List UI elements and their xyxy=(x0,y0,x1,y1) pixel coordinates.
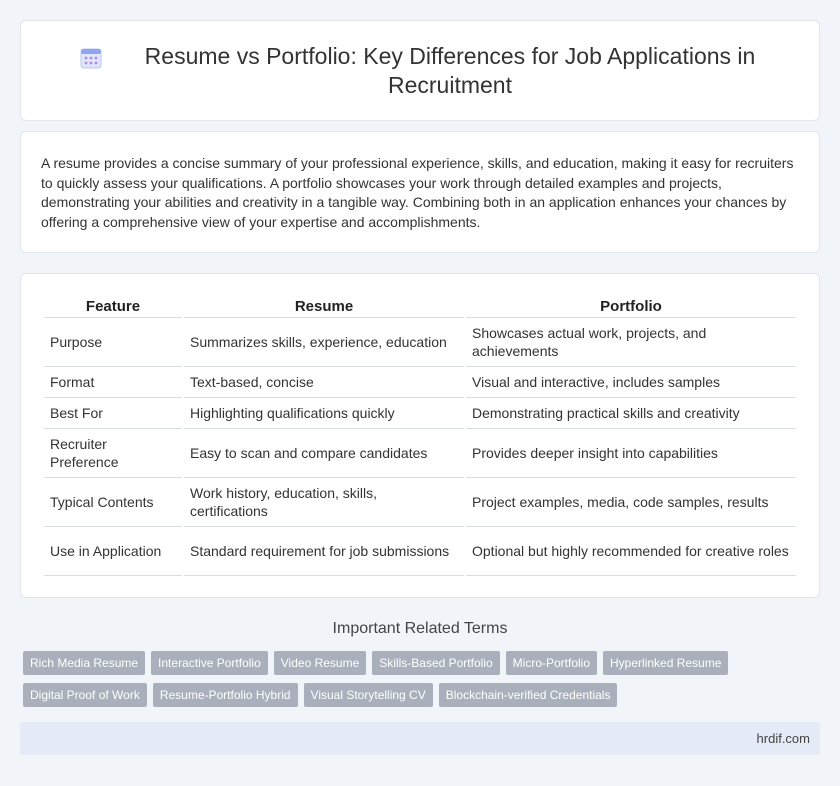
table-header-row: Feature Resume Portfolio xyxy=(44,294,796,318)
table-row: Recruiter Preference Easy to scan and co… xyxy=(44,429,796,478)
cell-feature: Recruiter Preference xyxy=(44,429,182,478)
cell-feature: Use in Application xyxy=(44,527,182,576)
tag-video-resume[interactable]: Video Resume xyxy=(273,651,367,675)
tag-visual-storytelling-cv[interactable]: Visual Storytelling CV xyxy=(303,683,433,707)
intro-card: A resume provides a concise summary of y… xyxy=(20,131,820,253)
cell-portfolio: Project examples, media, code samples, r… xyxy=(466,478,796,527)
header-resume: Resume xyxy=(184,294,464,318)
related-terms-tags: Rich Media Resume Interactive Portfolio … xyxy=(23,651,823,715)
tag-micro-portfolio[interactable]: Micro-Portfolio xyxy=(505,651,598,675)
related-terms-title: Important Related Terms xyxy=(332,620,508,637)
tag-row: Rich Media Resume Interactive Portfolio … xyxy=(23,651,823,675)
cell-resume: Standard requirement for job submissions xyxy=(184,527,464,576)
cell-feature: Format xyxy=(44,367,182,398)
tag-resume-portfolio-hybrid[interactable]: Resume-Portfolio Hybrid xyxy=(152,683,298,707)
footer-site-link[interactable]: hrdif.com xyxy=(757,731,810,746)
cell-portfolio: Showcases actual work, projects, and ach… xyxy=(466,318,796,367)
tag-row: Digital Proof of Work Resume-Portfolio H… xyxy=(23,683,823,707)
table-row: Typical Contents Work history, education… xyxy=(44,478,796,527)
comparison-card: Feature Resume Portfolio Purpose Summari… xyxy=(20,273,820,598)
table-row: Purpose Summarizes skills, experience, e… xyxy=(44,318,796,367)
cell-portfolio: Visual and interactive, includes samples xyxy=(466,367,796,398)
cell-portfolio: Optional but highly recommended for crea… xyxy=(466,527,796,576)
table-row: Use in Application Standard requirement … xyxy=(44,527,796,576)
comparison-table: Feature Resume Portfolio Purpose Summari… xyxy=(42,294,798,576)
footer: hrdif.com xyxy=(20,722,820,755)
cell-resume: Work history, education, skills, certifi… xyxy=(184,478,464,527)
header-portfolio: Portfolio xyxy=(466,294,796,318)
tag-digital-proof-of-work[interactable]: Digital Proof of Work xyxy=(23,683,147,707)
cell-feature: Purpose xyxy=(44,318,182,367)
tag-interactive-portfolio[interactable]: Interactive Portfolio xyxy=(151,651,268,675)
header-feature: Feature xyxy=(44,294,182,318)
intro-paragraph: A resume provides a concise summary of y… xyxy=(41,155,794,230)
cell-portfolio: Demonstrating practical skills and creat… xyxy=(466,398,796,429)
page-title: Resume vs Portfolio: Key Differences for… xyxy=(144,42,756,98)
tag-rich-media-resume[interactable]: Rich Media Resume xyxy=(23,651,146,675)
tag-skills-based-portfolio[interactable]: Skills-Based Portfolio xyxy=(372,651,500,675)
cell-resume: Easy to scan and compare candidates xyxy=(184,429,464,478)
table-row: Format Text-based, concise Visual and in… xyxy=(44,367,796,398)
cell-portfolio: Provides deeper insight into capabilitie… xyxy=(466,429,796,478)
cell-resume: Highlighting qualifications quickly xyxy=(184,398,464,429)
cell-feature: Best For xyxy=(44,398,182,429)
cell-resume: Text-based, concise xyxy=(184,367,464,398)
tag-blockchain-verified-credentials[interactable]: Blockchain-verified Credentials xyxy=(438,683,618,707)
table-row: Best For Highlighting qualifications qui… xyxy=(44,398,796,429)
cell-resume: Summarizes skills, experience, education xyxy=(184,318,464,367)
header-card: Resume vs Portfolio: Key Differences for… xyxy=(20,20,820,121)
cell-feature: Typical Contents xyxy=(44,478,182,527)
tag-hyperlinked-resume[interactable]: Hyperlinked Resume xyxy=(603,651,729,675)
